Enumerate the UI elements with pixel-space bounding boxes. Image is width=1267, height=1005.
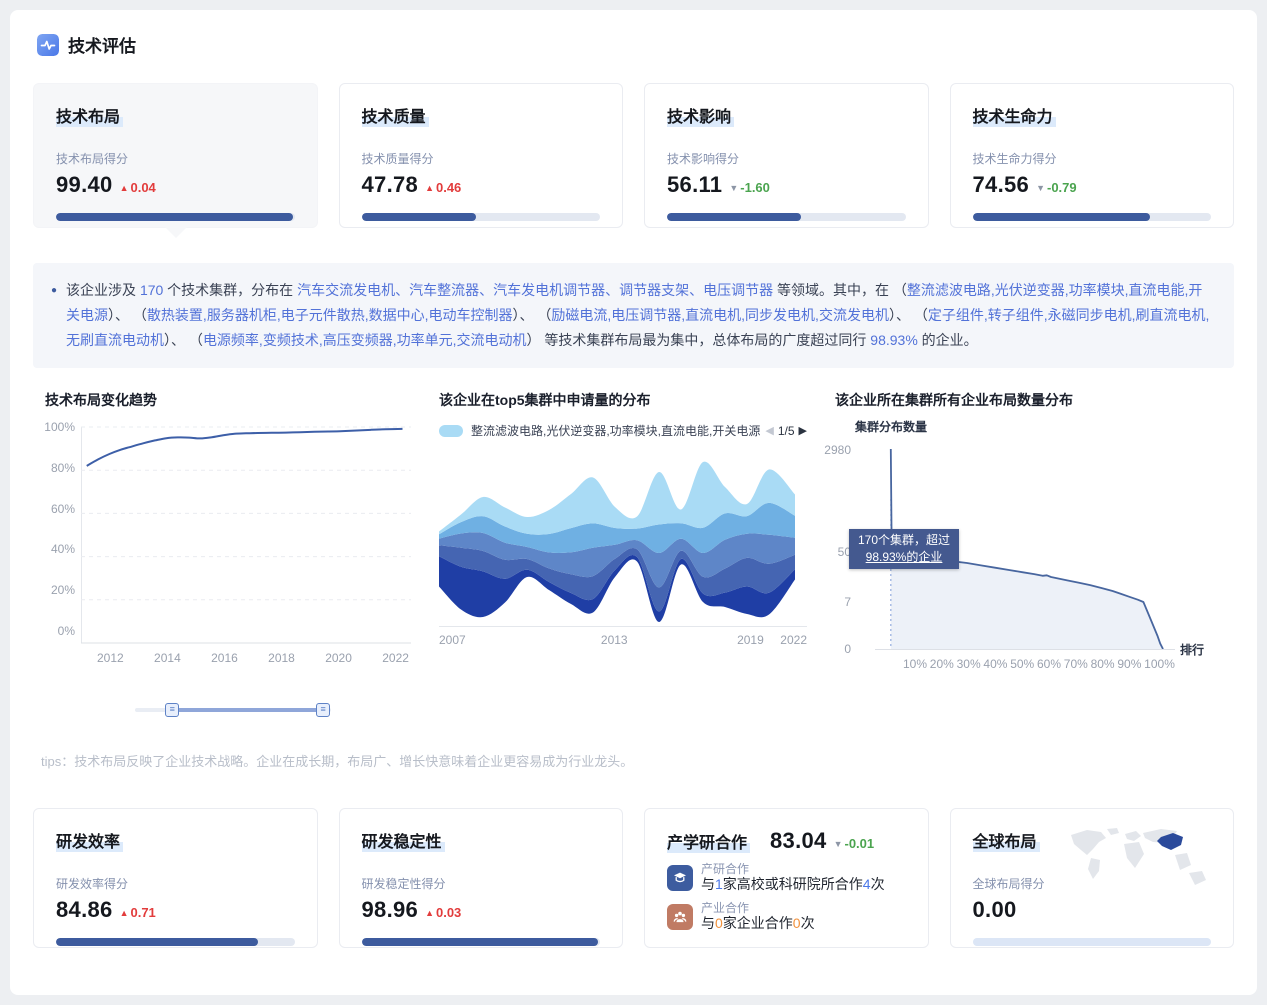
stream-axis-line — [439, 626, 807, 627]
up-triangle-icon: ▲ — [120, 183, 129, 193]
score-progress-bar — [667, 213, 906, 221]
pulse-monitor-icon — [37, 34, 59, 56]
research-cooperation-row: 产研合作 与1家高校或科研院所合作4次 — [667, 863, 906, 893]
slider-selected-range[interactable] — [172, 708, 323, 712]
time-range-slider[interactable]: ≡ ≡ — [135, 703, 331, 717]
card-rd-efficiency[interactable]: 研发效率 研发效率得分 84.86 ▲0.71 — [33, 808, 318, 948]
score-label: 技术影响得分 — [667, 150, 906, 167]
dist-x-axis: 10%20% 30%40% 50%60% 70%80% 90%100% — [875, 657, 1175, 671]
down-triangle-icon: ▼ — [1036, 183, 1045, 193]
score-delta: ▲0.04 — [120, 180, 156, 195]
page-title: 技术评估 — [68, 32, 136, 57]
score-label: 技术质量得分 — [362, 150, 601, 167]
card-title: 技术质量 — [362, 103, 429, 127]
card-title: 全球布局 — [973, 828, 1040, 852]
stream-graph[interactable] — [439, 447, 795, 624]
charts-row: 技术布局变化趋势 100%80% 60%40% 20%0% — [33, 390, 1234, 717]
card-industry-academia-cooperation[interactable]: 产学研合作 83.04 ▼-0.01 产研合作 与1家高校或科研院所合作4次 — [644, 808, 929, 948]
coop-row-label: 产研合作 — [701, 863, 885, 876]
coop-row-label: 产业合作 — [701, 902, 815, 915]
score-delta: ▲0.71 — [120, 905, 156, 920]
card-title: 研发效率 — [56, 828, 123, 852]
top-metric-cards: 技术布局 技术布局得分 99.40 ▲0.04 技术质量 技术质量得分 47.7… — [33, 83, 1234, 228]
tips-text: tips：技术布局反映了企业技术战略。企业在成长期，布局广、增长快意味着企业更容… — [41, 751, 1234, 770]
dist-y-axis-label: 集群分布数量 — [855, 418, 1233, 435]
prev-page-icon[interactable]: ◀ — [765, 424, 773, 437]
summary-text: 该企业涉及 170 个技术集群，分布在 汽车交流发电机、汽车整流器、汽车发电机调… — [66, 278, 1210, 353]
distribution-chart-block: 该企业所在集群所有企业布局数量分布 集群分布数量 2980 50 7 0 170… — [821, 390, 1233, 717]
stream-legend: 整流滤波电路,光伏逆变器,功率模块,直流电能,开关电源 ◀ 1/5 ▶ — [439, 422, 807, 439]
industry-cooperation-row: 产业合作 与0家企业合作0次 — [667, 902, 906, 932]
cluster-annotation-tooltip: 170个集群，超过 98.93%的企业 — [849, 529, 959, 569]
trend-chart-block: 技术布局变化趋势 100%80% 60%40% 20%0% — [33, 390, 425, 717]
bullet-icon: ● — [51, 278, 57, 353]
next-page-icon[interactable]: ▶ — [799, 424, 807, 437]
score-delta: ▲0.03 — [425, 905, 461, 920]
summary-block: ● 该企业涉及 170 个技术集群，分布在 汽车交流发电机、汽车整流器、汽车发电… — [33, 263, 1234, 368]
score-progress-bar — [973, 213, 1212, 221]
score-delta: ▼-0.79 — [1036, 180, 1077, 195]
score-delta: ▼-1.60 — [729, 180, 770, 195]
up-triangle-icon: ▲ — [120, 908, 129, 918]
trend-chart-title: 技术布局变化趋势 — [45, 390, 425, 410]
education-cap-icon — [667, 865, 693, 891]
score-label: 研发稳定性得分 — [362, 875, 601, 892]
stream-chart-block: 该企业在top5集群中申请量的分布 整流滤波电路,光伏逆变器,功率模块,直流电能… — [439, 390, 807, 717]
score-value: 99.40 — [56, 172, 113, 198]
score-delta: ▲0.46 — [425, 180, 461, 195]
score-label: 技术布局得分 — [56, 150, 295, 167]
up-triangle-icon: ▲ — [425, 908, 434, 918]
coop-row-text: 与0家企业合作0次 — [701, 915, 815, 932]
down-triangle-icon: ▼ — [834, 839, 843, 849]
trend-x-axis: 20122014 20162018 20202022 — [81, 651, 411, 667]
card-title: 技术影响 — [667, 103, 734, 127]
card-title: 研发稳定性 — [362, 828, 445, 852]
legend-label: 整流滤波电路,光伏逆变器,功率模块,直流电能,开关电源 — [471, 422, 760, 439]
score-value: 47.78 — [362, 172, 419, 198]
score-progress-bar — [973, 938, 1212, 946]
stream-x-axis: 2007 2013 2019 2022 — [439, 633, 807, 649]
trend-y-axis: 100%80% 60%40% 20%0% — [45, 420, 81, 638]
card-tech-layout[interactable]: 技术布局 技术布局得分 99.40 ▲0.04 — [33, 83, 318, 228]
bottom-metric-cards: 研发效率 研发效率得分 84.86 ▲0.71 研发稳定性 研发稳定性得分 98… — [33, 808, 1234, 948]
card-rd-stability[interactable]: 研发稳定性 研发稳定性得分 98.96 ▲0.03 — [339, 808, 624, 948]
panel-header: 技术评估 — [37, 32, 1234, 57]
dist-chart-title: 该企业所在集群所有企业布局数量分布 — [835, 390, 1233, 410]
slider-handle-right[interactable]: ≡ — [316, 703, 330, 717]
tech-assessment-panel: 技术评估 技术布局 技术布局得分 99.40 ▲0.04 技术质量 技术质量得分… — [10, 10, 1257, 995]
score-progress-bar — [362, 938, 601, 946]
card-title: 产学研合作 — [667, 829, 750, 853]
score-label: 技术生命力得分 — [973, 150, 1212, 167]
trend-line-chart[interactable] — [81, 426, 411, 644]
score-value: 83.04 — [770, 828, 827, 854]
card-title: 技术生命力 — [973, 103, 1056, 127]
world-map — [1061, 825, 1217, 893]
legend-pager: ◀ 1/5 ▶ — [765, 424, 807, 438]
stream-chart-title: 该企业在top5集群中申请量的分布 — [439, 390, 807, 410]
card-tech-impact[interactable]: 技术影响 技术影响得分 56.11 ▼-1.60 — [644, 83, 929, 228]
card-tech-quality[interactable]: 技术质量 技术质量得分 47.78 ▲0.46 — [339, 83, 624, 228]
score-progress-bar — [56, 938, 295, 946]
dist-x-axis-label: 排行 — [1180, 641, 1204, 658]
page-background: 技术评估 技术布局 技术布局得分 99.40 ▲0.04 技术质量 技术质量得分… — [0, 0, 1267, 1005]
coop-row-text: 与1家高校或科研院所合作4次 — [701, 876, 885, 893]
score-value: 98.96 — [362, 897, 419, 923]
industry-people-icon — [667, 904, 693, 930]
up-triangle-icon: ▲ — [425, 183, 434, 193]
score-value: 84.86 — [56, 897, 113, 923]
score-value: 0.00 — [973, 897, 1017, 923]
score-value: 74.56 — [973, 172, 1030, 198]
score-progress-bar — [56, 213, 295, 221]
card-global-layout[interactable]: 全球布局 全球布局得分 0.00 — [950, 808, 1235, 948]
page-indicator: 1/5 — [778, 424, 795, 438]
score-value: 56.11 — [667, 172, 722, 198]
card-title: 技术布局 — [56, 103, 123, 127]
score-progress-bar — [362, 213, 601, 221]
card-tech-vitality[interactable]: 技术生命力 技术生命力得分 74.56 ▼-0.79 — [950, 83, 1235, 228]
score-label: 研发效率得分 — [56, 875, 295, 892]
score-delta: ▼-0.01 — [834, 836, 875, 851]
slider-handle-left[interactable]: ≡ — [165, 703, 179, 717]
legend-swatch — [439, 425, 463, 437]
down-triangle-icon: ▼ — [729, 183, 738, 193]
